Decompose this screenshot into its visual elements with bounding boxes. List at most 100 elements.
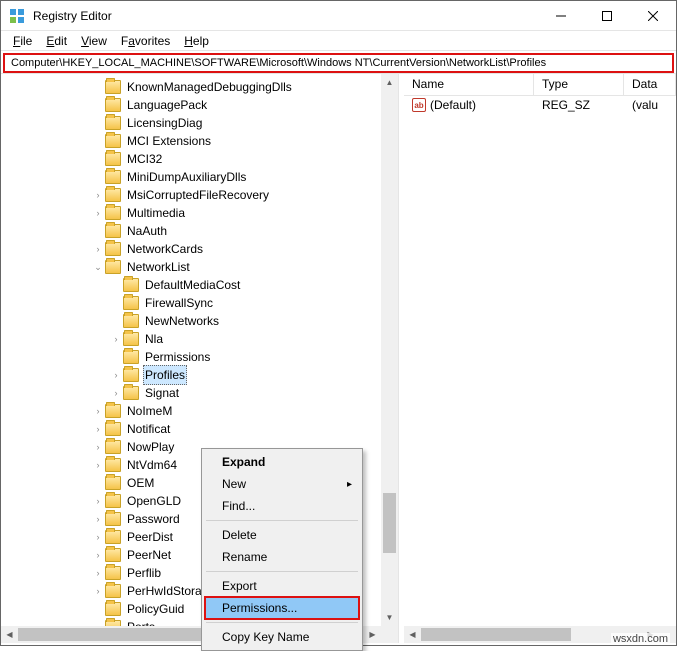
folder-icon	[105, 170, 121, 184]
tree-item[interactable]: ›Nla	[1, 330, 398, 348]
title-bar: Registry Editor	[1, 1, 676, 31]
scroll-up-button[interactable]: ▲	[381, 74, 398, 91]
main-split: ›KnownManagedDebuggingDlls›LanguagePack›…	[1, 73, 676, 643]
tree-item[interactable]: ›KnownManagedDebuggingDlls	[1, 78, 398, 96]
tree-item[interactable]: ›MCI32	[1, 150, 398, 168]
folder-icon	[123, 386, 139, 400]
close-button[interactable]	[630, 1, 676, 31]
menu-file[interactable]: File	[7, 32, 38, 50]
scroll-thumb[interactable]	[421, 628, 571, 641]
tree-item[interactable]: ⌄NetworkList	[1, 258, 398, 276]
tree-item[interactable]: ›LanguagePack	[1, 96, 398, 114]
ctx-export[interactable]: Export	[204, 575, 360, 597]
folder-icon	[105, 566, 121, 580]
window-title: Registry Editor	[33, 9, 538, 23]
tree-item-label: NetworkCards	[125, 240, 205, 258]
expand-icon[interactable]: ›	[91, 492, 105, 510]
column-name[interactable]: Name	[404, 74, 534, 95]
tree-item-label: DefaultMediaCost	[143, 276, 242, 294]
ctx-separator	[206, 571, 358, 572]
tree-item[interactable]: › Notificat	[1, 420, 398, 438]
value-row[interactable]: ab (Default) REG_SZ (valu	[404, 96, 676, 114]
tree-item[interactable]: ›MsiCorruptedFileRecovery	[1, 186, 398, 204]
expand-icon[interactable]: ›	[91, 402, 105, 420]
tree-item-label: Permissions	[143, 348, 212, 366]
expand-icon[interactable]: ›	[109, 384, 123, 402]
tree-item[interactable]: ›NewNetworks	[1, 312, 398, 330]
expand-icon[interactable]: ›	[91, 438, 105, 456]
folder-icon	[123, 368, 139, 382]
folder-icon	[123, 296, 139, 310]
scroll-corner	[381, 626, 398, 643]
expand-icon[interactable]: ›	[91, 582, 105, 600]
expand-icon[interactable]: ›	[109, 330, 123, 348]
expand-icon[interactable]: ›	[91, 204, 105, 222]
scroll-track[interactable]	[381, 91, 398, 609]
tree-item[interactable]: ›Permissions	[1, 348, 398, 366]
tree-item[interactable]: ›MCI Extensions	[1, 132, 398, 150]
tree-item[interactable]: ›LicensingDiag	[1, 114, 398, 132]
scroll-left-button[interactable]: ◀	[404, 626, 421, 643]
ctx-copy-key-name[interactable]: Copy Key Name	[204, 626, 360, 648]
maximize-button[interactable]	[584, 1, 630, 31]
scroll-left-button[interactable]: ◀	[1, 626, 18, 643]
column-type[interactable]: Type	[534, 74, 624, 95]
tree-item[interactable]: › NetworkCards	[1, 240, 398, 258]
address-bar[interactable]: Computer\HKEY_LOCAL_MACHINE\SOFTWARE\Mic…	[3, 53, 674, 73]
expand-icon[interactable]: ›	[91, 546, 105, 564]
tree-item-label: NaAuth	[125, 222, 169, 240]
menu-edit[interactable]: Edit	[40, 32, 73, 50]
folder-icon	[105, 98, 121, 112]
ctx-find[interactable]: Find...	[204, 495, 360, 517]
values-header[interactable]: Name Type Data	[404, 74, 676, 96]
menu-favorites[interactable]: Favorites	[115, 32, 176, 50]
tree-item[interactable]: ›Signat	[1, 384, 398, 402]
tree-item[interactable]: ›NoImeM	[1, 402, 398, 420]
folder-icon	[123, 314, 139, 328]
expand-icon[interactable]: ›	[91, 528, 105, 546]
tree-item[interactable]: ›FirewallSync	[1, 294, 398, 312]
tree-vertical-scrollbar[interactable]: ▲ ▼	[381, 74, 398, 626]
tree-item[interactable]: ›Profiles	[1, 366, 398, 384]
expand-icon[interactable]: ›	[91, 186, 105, 204]
expand-icon[interactable]: ›	[91, 456, 105, 474]
menu-help[interactable]: Help	[178, 32, 215, 50]
tree-item-label: Notificat	[125, 420, 172, 438]
tree-item[interactable]: ›Multimedia	[1, 204, 398, 222]
folder-icon	[105, 80, 121, 94]
tree-item[interactable]: ›MiniDumpAuxiliaryDlls	[1, 168, 398, 186]
expand-icon[interactable]: ›	[91, 510, 105, 528]
ctx-permissions[interactable]: Permissions...	[204, 596, 360, 620]
ctx-separator	[206, 520, 358, 521]
tree-item-label: PeerNet	[125, 546, 173, 564]
tree-item-label: OEM	[125, 474, 156, 492]
ctx-separator	[206, 622, 358, 623]
ctx-delete[interactable]: Delete	[204, 524, 360, 546]
ctx-new[interactable]: New	[204, 473, 360, 495]
scroll-down-button[interactable]: ▼	[381, 609, 398, 626]
minimize-button[interactable]	[538, 1, 584, 31]
tree-item-label: NewNetworks	[143, 312, 221, 330]
expand-icon[interactable]: ›	[109, 366, 123, 384]
scroll-right-button[interactable]: ▶	[364, 626, 381, 643]
tree-item-label: NtVdm64	[125, 456, 179, 474]
collapse-icon[interactable]: ⌄	[91, 258, 105, 276]
column-data[interactable]: Data	[624, 74, 676, 95]
menu-view[interactable]: View	[75, 32, 113, 50]
tree-item[interactable]: ›DefaultMediaCost	[1, 276, 398, 294]
tree-item-label: Perflib	[125, 564, 163, 582]
folder-icon	[105, 602, 121, 616]
expand-icon[interactable]: ›	[91, 240, 105, 258]
tree-item-label: Password	[125, 510, 182, 528]
values-pane: Name Type Data ab (Default) REG_SZ (valu…	[404, 74, 676, 643]
scroll-thumb[interactable]	[383, 493, 396, 553]
ctx-expand[interactable]: Expand	[204, 451, 360, 473]
expand-icon[interactable]: ›	[91, 564, 105, 582]
tree-item-label: MCI Extensions	[125, 132, 213, 150]
tree-item[interactable]: ›NaAuth	[1, 222, 398, 240]
value-name-cell[interactable]: ab (Default)	[404, 98, 534, 112]
folder-icon	[105, 188, 121, 202]
ctx-rename[interactable]: Rename	[204, 546, 360, 568]
expand-icon[interactable]: ›	[91, 420, 105, 438]
tree-item-label: PolicyGuid	[125, 600, 186, 618]
